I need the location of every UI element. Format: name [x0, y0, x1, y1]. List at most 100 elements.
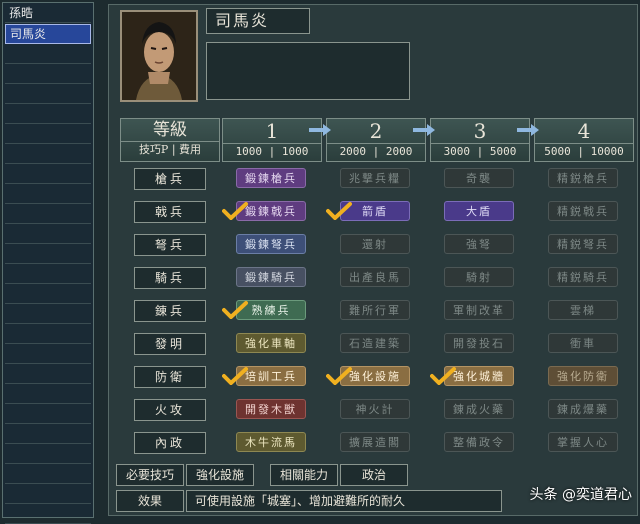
level-cost: 3000 | 5000	[431, 143, 529, 159]
ruler-item-empty	[5, 465, 91, 484]
character-portrait	[120, 10, 198, 102]
row-label-fire-attack: 火攻	[134, 399, 206, 421]
effect-label: 效果	[116, 490, 184, 512]
tech-invention-3[interactable]: 開發投石	[444, 333, 514, 353]
ruler-item-empty	[5, 45, 91, 64]
row-label-halberd: 戟兵	[134, 201, 206, 223]
related-ability-label: 相關能力	[270, 464, 338, 486]
tech-fire-1[interactable]: 開發木獣	[236, 399, 306, 419]
required-skill-label: 必要技巧	[116, 464, 184, 486]
ruler-item-empty	[5, 405, 91, 424]
checkmark-icon	[430, 367, 456, 385]
tech-cavalry-2[interactable]: 出產良馬	[340, 267, 410, 287]
ruler-item[interactable]: 孫晧	[5, 4, 91, 23]
ruler-item-empty	[5, 345, 91, 364]
tech-crossbow-1[interactable]: 鍛鍊弩兵	[236, 234, 306, 254]
tech-cavalry-1[interactable]: 鍛鍊騎兵	[236, 267, 306, 287]
effect-value: 可使用設施「城塞」、增加避難所的耐久	[186, 490, 502, 512]
row-label-cavalry: 騎兵	[134, 267, 206, 289]
checkmark-icon	[326, 367, 352, 385]
level-cost: 5000 | 10000	[535, 143, 633, 159]
tech-spear-1[interactable]: 鍛鍊槍兵	[236, 168, 306, 188]
ruler-item-empty	[5, 385, 91, 404]
arrow-right-icon	[413, 124, 435, 136]
tech-cavalry-4[interactable]: 精鋭騎兵	[548, 267, 618, 287]
checkmark-icon	[222, 301, 248, 319]
tech-domestic-4[interactable]: 掌握人心	[548, 432, 618, 452]
tech-spear-4[interactable]: 精鋭槍兵	[548, 168, 618, 188]
ruler-item-empty	[5, 165, 91, 184]
tech-invention-2[interactable]: 石造建築	[340, 333, 410, 353]
ruler-item-empty	[5, 185, 91, 204]
ruler-item-empty	[5, 505, 91, 524]
tech-crossbow-4[interactable]: 精鋭弩兵	[548, 234, 618, 254]
tech-training-2[interactable]: 難所行軍	[340, 300, 410, 320]
ruler-item-empty	[5, 365, 91, 384]
level-number: 4	[577, 119, 591, 143]
ruler-item-empty	[5, 125, 91, 144]
ruler-item-empty	[5, 225, 91, 244]
tech-domestic-3[interactable]: 整備政令	[444, 432, 514, 452]
ruler-item-empty	[5, 65, 91, 84]
tech-training-3[interactable]: 軍制改革	[444, 300, 514, 320]
tech-fire-3[interactable]: 錬成火藥	[444, 399, 514, 419]
row-label-crossbow: 弩兵	[134, 234, 206, 256]
tech-training-4[interactable]: 雲梯	[548, 300, 618, 320]
tech-crossbow-2[interactable]: 還射	[340, 234, 410, 254]
tech-fire-2[interactable]: 神火計	[340, 399, 410, 419]
tech-domestic-1[interactable]: 木牛流馬	[236, 432, 306, 452]
row-label-training: 錬兵	[134, 300, 206, 322]
ruler-item-empty	[5, 285, 91, 304]
ruler-item-empty	[5, 305, 91, 324]
ruler-item-empty	[5, 205, 91, 224]
ruler-list: 孫晧 司馬炎	[2, 2, 94, 524]
tech-defense-4[interactable]: 強化防衛	[548, 366, 618, 386]
row-label-spear: 槍兵	[134, 168, 206, 190]
ruler-item-empty	[5, 245, 91, 264]
checkmark-icon	[222, 367, 248, 385]
level-number: 2	[369, 119, 383, 143]
ruler-item-empty	[5, 325, 91, 344]
related-ability-value: 政治	[340, 464, 408, 486]
tech-crossbow-3[interactable]: 強弩	[444, 234, 514, 254]
row-label-defense: 防衛	[134, 366, 206, 388]
ruler-item-empty	[5, 265, 91, 284]
tech-spear-3[interactable]: 奇襲	[444, 168, 514, 188]
ruler-item-empty	[5, 425, 91, 444]
row-label-domestic: 內政	[134, 432, 206, 454]
tech-invention-4[interactable]: 衝車	[548, 333, 618, 353]
level-label: 等級	[153, 120, 187, 140]
tech-spear-2[interactable]: 兆撃兵糧	[340, 168, 410, 188]
ruler-item-empty	[5, 145, 91, 164]
ruler-item-empty	[5, 445, 91, 464]
required-skill-value: 強化設施	[186, 464, 254, 486]
arrow-right-icon	[517, 124, 539, 136]
ruler-item-empty	[5, 485, 91, 504]
cost-label: 技巧P | 費用	[121, 141, 219, 158]
level-number: 3	[473, 119, 487, 143]
header-level-3: 3 3000 | 5000	[430, 118, 530, 162]
ruler-item-empty	[5, 85, 91, 104]
watermark: 头条 @奕道君心	[529, 487, 632, 503]
tech-domestic-2[interactable]: 擴展造閣	[340, 432, 410, 452]
tech-halberd-4[interactable]: 精鋭戟兵	[548, 201, 618, 221]
header-level-2: 2 2000 | 2000	[326, 118, 426, 162]
header-level-label: 等級 技巧P | 費用	[120, 118, 220, 162]
level-number: 1	[265, 119, 279, 143]
header-level-4: 4 5000 | 10000	[534, 118, 634, 162]
level-cost: 2000 | 2000	[327, 143, 425, 159]
checkmark-icon	[326, 202, 352, 220]
checkmark-icon	[222, 202, 248, 220]
row-label-invention: 發明	[134, 333, 206, 355]
arrow-right-icon	[309, 124, 331, 136]
ruler-item-empty	[5, 105, 91, 124]
tech-invention-1[interactable]: 強化車軸	[236, 333, 306, 353]
tech-cavalry-3[interactable]: 騎射	[444, 267, 514, 287]
description-box	[206, 42, 410, 100]
tech-fire-4[interactable]: 錬成爆藥	[548, 399, 618, 419]
ruler-item-selected[interactable]: 司馬炎	[5, 24, 91, 44]
tech-halberd-3[interactable]: 大盾	[444, 201, 514, 221]
level-cost: 1000 | 1000	[223, 143, 321, 159]
character-name: 司馬炎	[206, 8, 310, 34]
header-level-1: 1 1000 | 1000	[222, 118, 322, 162]
